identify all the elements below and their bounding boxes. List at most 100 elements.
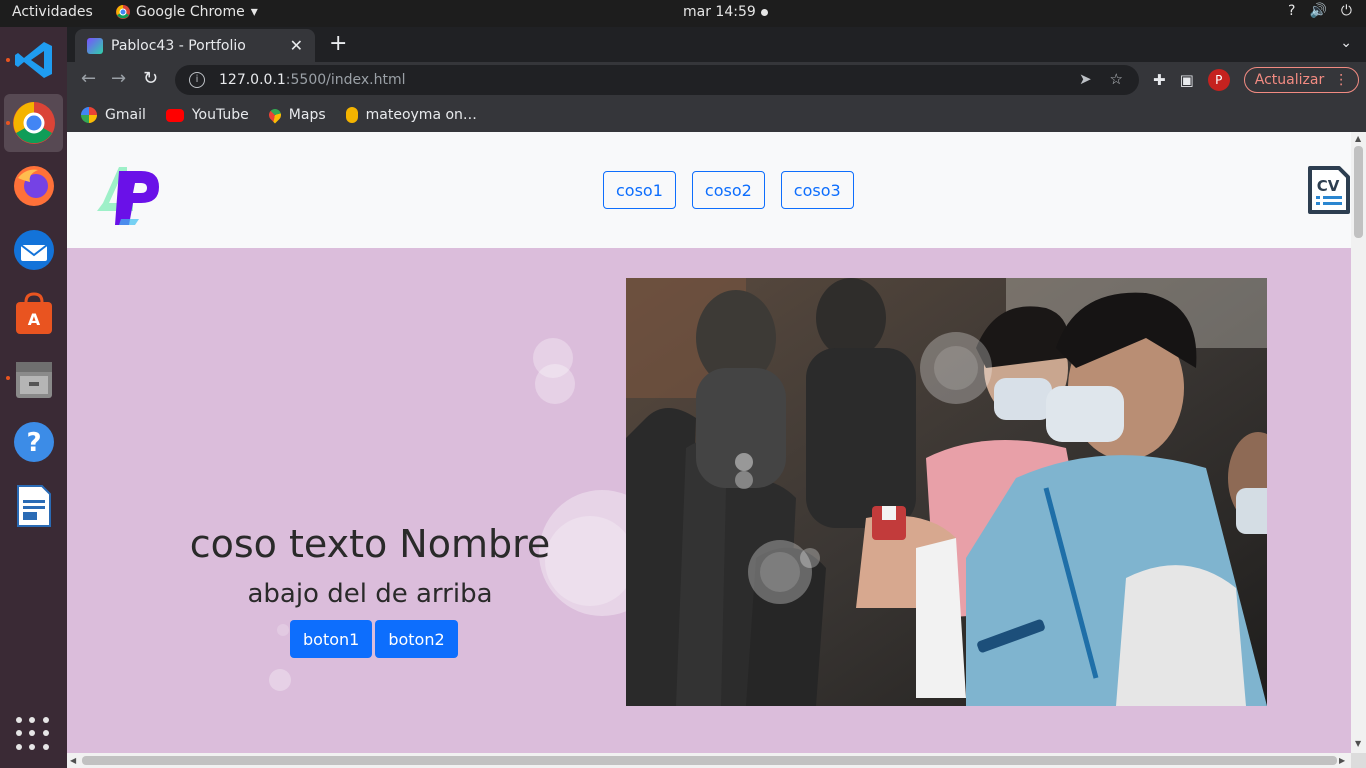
side-panel-icon[interactable]: ▣ <box>1180 71 1194 89</box>
forward-button[interactable]: → <box>111 68 126 89</box>
tab-portfolio[interactable]: Pabloc43 - Portfolio ✕ <box>75 29 315 62</box>
bookmark-gmail[interactable]: Gmail <box>81 107 146 123</box>
update-button[interactable]: Actualizar ⋮ <box>1243 67 1360 93</box>
dock-vscode[interactable] <box>4 31 63 89</box>
bookmark-youtube[interactable]: YouTube <box>165 107 249 123</box>
bookmark-label: YouTube <box>191 107 249 123</box>
hero-buttons: boton1 boton2 <box>290 620 458 658</box>
site-info-icon[interactable]: i <box>189 72 205 88</box>
tab-title: Pabloc43 - Portfolio <box>111 37 246 54</box>
bookmark-label: Gmail <box>105 107 146 123</box>
system-tray[interactable]: ? 🔊 ⏻ <box>1288 3 1352 19</box>
show-apps-icon[interactable] <box>16 717 50 751</box>
thunderbird-icon <box>13 230 54 270</box>
scroll-right-icon[interactable]: ▶ <box>1339 756 1345 765</box>
browser-window: Pabloc43 - Portfolio ✕ + ⌄ ← → ↻ i 127.0… <box>67 27 1366 132</box>
url-path: :5500/index.html <box>285 72 406 88</box>
tab-strip: Pabloc43 - Portfolio ✕ + ⌄ <box>67 27 1366 62</box>
google-icon <box>81 107 97 123</box>
vertical-scroll-thumb[interactable] <box>1354 146 1363 238</box>
bookmark-star-icon[interactable]: ☆ <box>1110 70 1123 88</box>
hero-subtitle: abajo del de arriba <box>247 579 493 609</box>
system-top-bar: Actividades Google Chrome ▾ mar 14:59 ? … <box>0 0 1366 27</box>
power-icon[interactable]: ⏻ <box>1341 3 1352 19</box>
new-tab-button[interactable]: + <box>329 33 347 55</box>
address-bar[interactable]: i 127.0.0.1:5500/index.html ➤ ☆ <box>175 65 1139 95</box>
decor-bubble <box>269 669 291 691</box>
svg-text:A: A <box>27 310 40 329</box>
tab-search-icon[interactable]: ⌄ <box>1340 35 1352 51</box>
help-icon: ? <box>13 422 54 462</box>
boton1-button[interactable]: boton1 <box>290 620 373 658</box>
update-label: Actualizar <box>1254 72 1325 88</box>
decor-bubble <box>277 624 289 636</box>
scroll-up-icon[interactable]: ▲ <box>1355 134 1361 143</box>
bookmark-site-icon <box>345 107 358 123</box>
bookmarks-bar: Gmail YouTube Maps mateoyma on… <box>67 98 1366 132</box>
dock-files[interactable] <box>4 349 63 407</box>
browser-toolbar: ← → ↻ i 127.0.0.1:5500/index.html ➤ ☆ ✚ … <box>67 62 1366 98</box>
profile-avatar[interactable]: P <box>1207 69 1230 91</box>
chrome-icon <box>12 102 55 144</box>
hero-title: coso texto Nombre <box>189 522 551 566</box>
nav-coso1-button[interactable]: coso1 <box>603 171 676 209</box>
dock-software[interactable]: A <box>4 285 63 343</box>
omnibox-actions: ➤ ☆ <box>1079 70 1123 88</box>
activities-button[interactable]: Actividades <box>12 4 93 20</box>
chrome-small-icon <box>116 5 130 19</box>
send-icon[interactable]: ➤ <box>1079 70 1092 88</box>
bookmark-label: Maps <box>288 107 326 123</box>
scroll-down-icon[interactable]: ▼ <box>1355 739 1361 748</box>
clock-text: mar 14:59 <box>683 4 756 20</box>
horizontal-scrollbar[interactable]: ◀ ▶ <box>67 753 1351 768</box>
volume-icon[interactable]: 🔊 <box>1309 3 1326 19</box>
help-icon[interactable]: ? <box>1288 3 1295 19</box>
toolbar-right: ✚ ▣ P Actualizar ⋮ <box>1153 67 1360 93</box>
nav-coso3-button[interactable]: coso3 <box>780 171 854 209</box>
vertical-scrollbar[interactable]: ▲ ▼ <box>1351 132 1366 753</box>
nav-coso2-button[interactable]: coso2 <box>691 171 765 209</box>
software-icon: A <box>15 292 52 334</box>
horizontal-scroll-thumb[interactable] <box>82 756 1337 765</box>
bookmark-label: mateoyma on… <box>365 107 477 123</box>
svg-text:?: ? <box>26 428 41 458</box>
running-indicator <box>6 121 10 125</box>
decor-bubble <box>535 364 575 404</box>
app-name: Google Chrome <box>136 4 245 20</box>
chevron-down-icon: ▾ <box>250 4 258 20</box>
dock-thunderbird[interactable] <box>4 221 63 279</box>
firefox-icon <box>13 166 54 206</box>
dock-help[interactable]: ? <box>4 413 63 471</box>
app-menu[interactable]: Google Chrome ▾ <box>116 4 258 20</box>
back-button[interactable]: ← <box>81 68 96 89</box>
reload-button[interactable]: ↻ <box>143 68 158 89</box>
url-host: 127.0.0.1 <box>219 72 286 88</box>
page-viewport: coso1 coso2 coso3 CV coso texto Nombre a… <box>67 132 1366 768</box>
boton2-button[interactable]: boton2 <box>375 620 458 658</box>
close-tab-icon[interactable]: ✕ <box>290 36 303 55</box>
nav-group: coso1 coso2 coso3 <box>603 171 854 209</box>
notification-dot <box>760 8 768 16</box>
dock-firefox[interactable] <box>4 157 63 215</box>
hero-photo <box>626 278 1267 706</box>
bookmark-maps[interactable]: Maps <box>266 106 326 124</box>
maps-icon <box>266 106 284 124</box>
site-header: coso1 coso2 coso3 CV <box>67 132 1351 248</box>
scrollbar-corner <box>1351 753 1366 768</box>
cv-label: CV <box>1317 177 1340 195</box>
bookmark-mateoyma[interactable]: mateoyma on… <box>345 107 477 123</box>
dock-writer[interactable] <box>4 477 63 535</box>
dock: A ? <box>0 27 67 768</box>
favicon-icon <box>87 37 103 54</box>
logo-4p[interactable] <box>91 159 167 229</box>
running-indicator <box>6 376 10 380</box>
youtube-icon <box>165 108 184 122</box>
writer-icon <box>16 485 51 527</box>
kebab-menu-icon: ⋮ <box>1334 72 1349 88</box>
vscode-icon <box>14 42 52 78</box>
dock-chrome[interactable] <box>4 94 63 152</box>
extensions-icon[interactable]: ✚ <box>1153 71 1166 89</box>
cv-icon[interactable]: CV <box>1307 165 1351 215</box>
clock[interactable]: mar 14:59 <box>683 4 768 20</box>
scroll-left-icon[interactable]: ◀ <box>70 756 76 765</box>
